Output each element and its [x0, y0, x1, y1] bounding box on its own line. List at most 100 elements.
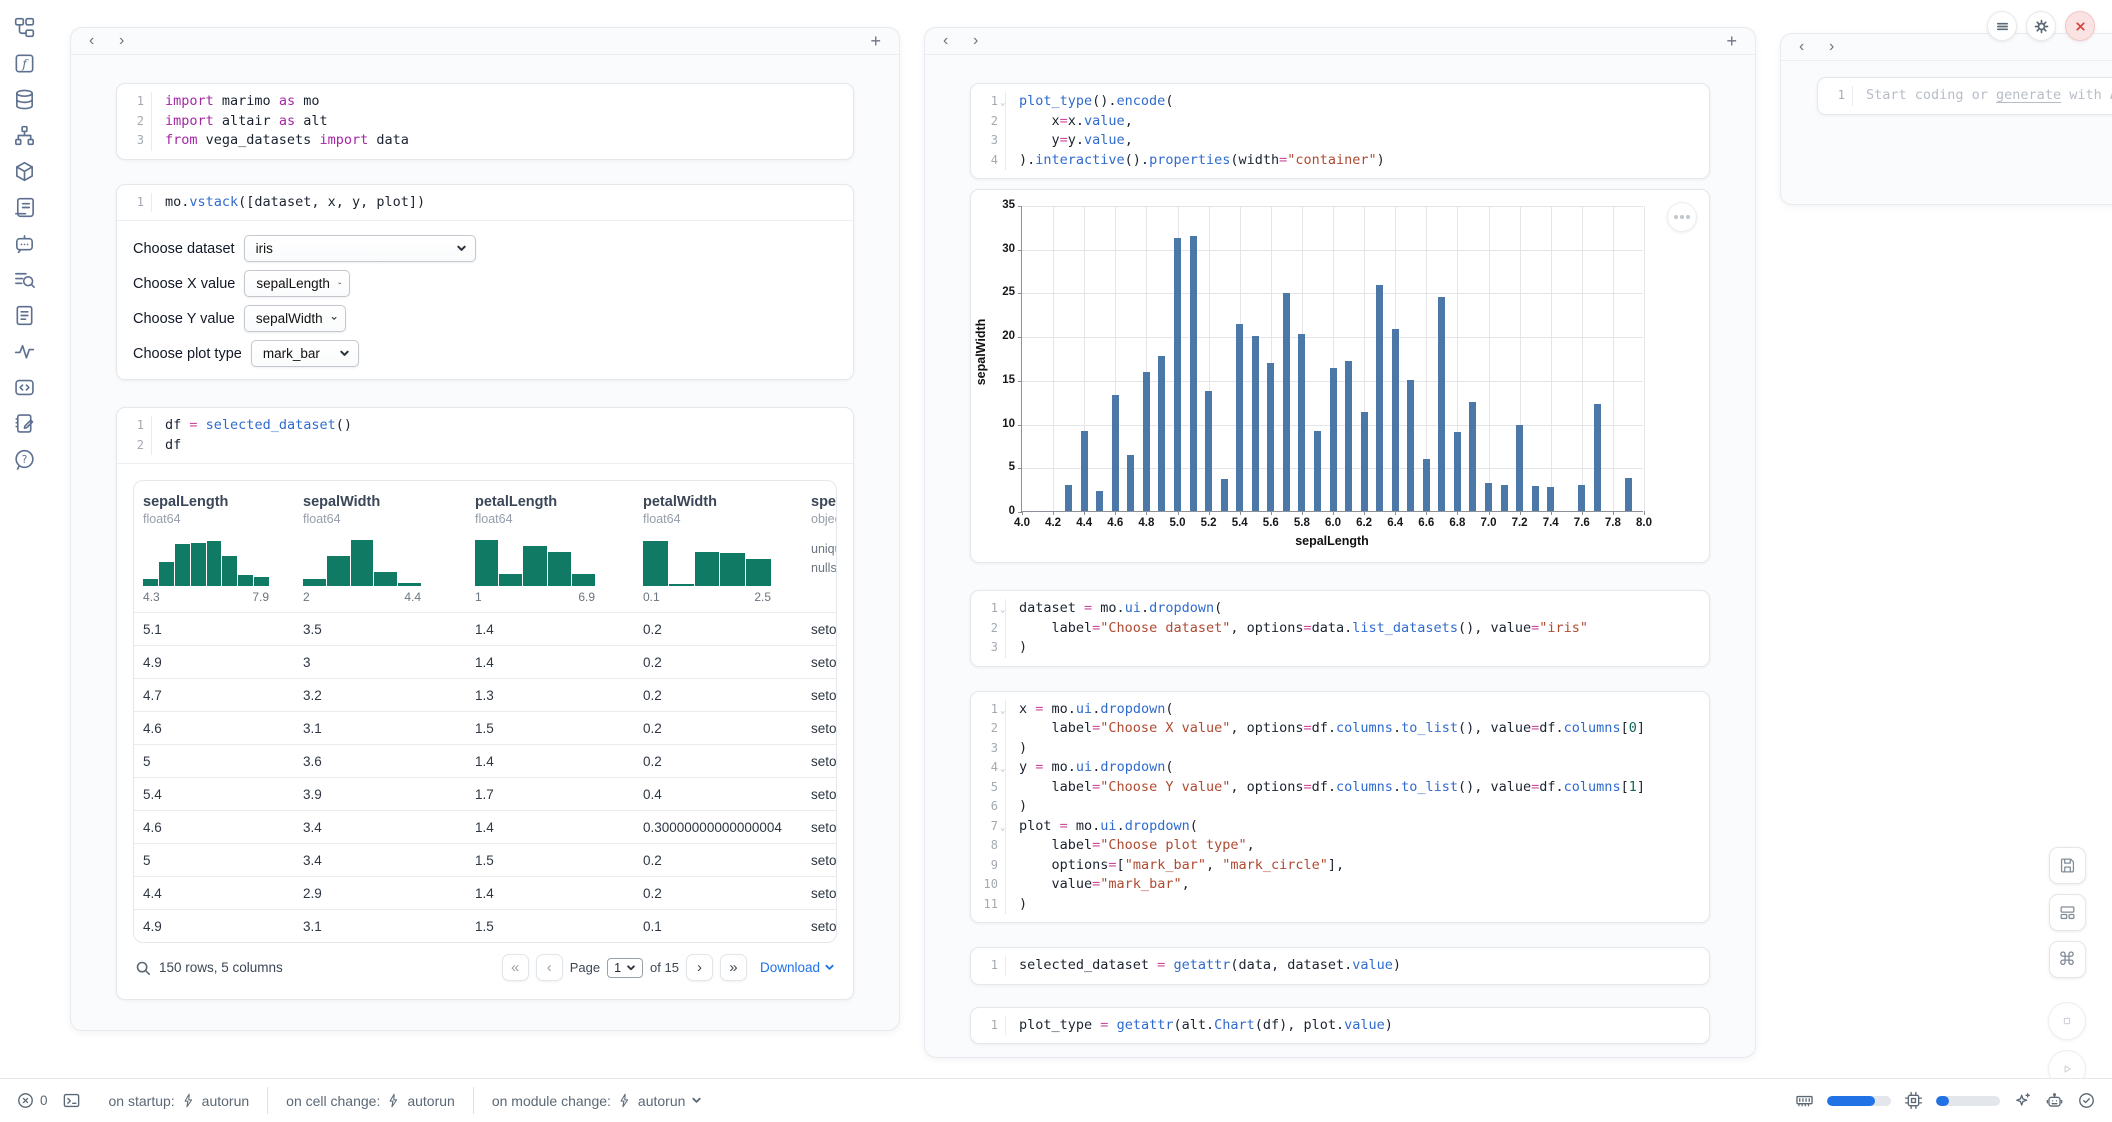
on-module-change-mode[interactable]: on module change: autorun [474, 1093, 721, 1109]
packages-icon[interactable] [13, 160, 36, 183]
cell-plot-type[interactable]: 1plot_type = getattr(alt.Chart(df), plot… [970, 1007, 1710, 1045]
generate-with-ai-link[interactable]: generate [1996, 87, 2061, 103]
column-header-species[interactable]: speciesobjectuniquenulls: [802, 494, 837, 612]
code-line[interactable]: 1df = selected_dataset() [117, 416, 853, 436]
ai-assistant-icon[interactable] [2045, 1091, 2064, 1110]
code-line[interactable]: 3from vega_datasets import data [117, 131, 853, 151]
altair-bar-chart[interactable]: 4.04.24.44.64.85.05.25.45.65.86.06.26.46… [1021, 206, 1643, 512]
code-line[interactable]: 2 x=x.value, [971, 112, 1709, 132]
search-icon[interactable] [135, 960, 151, 976]
cell-dataframe[interactable]: 1df = selected_dataset()2df sepalLengthf… [116, 407, 854, 1000]
prev-page-button[interactable]: ‹ [536, 954, 563, 981]
tracing-icon[interactable] [13, 340, 36, 363]
fold-caret-icon[interactable]: ⌄ [1000, 700, 1005, 722]
fold-caret-icon[interactable]: ⌄ [1000, 92, 1005, 114]
column-prev-button[interactable]: ‹ [1799, 39, 1829, 55]
column-header-petalLength[interactable]: petalLengthfloat6416.9 [466, 494, 634, 612]
settings-button[interactable] [2026, 11, 2056, 41]
next-page-button[interactable]: › [686, 954, 713, 981]
on-cell-change-mode[interactable]: on cell change: autorun [268, 1093, 473, 1109]
code-editor[interactable]: 1import marimo as mo2import altair as al… [117, 84, 853, 159]
code-line[interactable]: 1import marimo as mo [117, 92, 853, 112]
ai-chat-icon[interactable] [13, 232, 36, 255]
code-line[interactable]: 1⌄plot_type().encode( [971, 92, 1709, 112]
dependency-graph-icon[interactable] [13, 124, 36, 147]
code-line[interactable]: 2 label="Choose dataset", options=data.l… [971, 619, 1709, 639]
code-line[interactable]: 2import altair as alt [117, 112, 853, 132]
code-line[interactable]: 5 label="Choose Y value", options=df.col… [971, 778, 1709, 798]
column-prev-button[interactable]: ‹ [89, 33, 119, 49]
terminal-icon[interactable] [62, 1091, 81, 1110]
ai-sparkle-icon[interactable] [2013, 1091, 2032, 1110]
table-row[interactable]: 4.931.40.2setosa [134, 645, 836, 678]
errors-icon[interactable] [16, 1091, 35, 1110]
column-next-button[interactable]: › [973, 33, 1003, 49]
column-next-button[interactable]: › [1829, 39, 1859, 55]
layout-button[interactable] [2049, 894, 2086, 931]
chart-menu-button[interactable] [1667, 202, 1697, 232]
plot-type-select[interactable]: mark_bar [251, 340, 359, 367]
close-button[interactable] [2065, 11, 2095, 41]
table-row[interactable]: 4.42.91.40.2setosa [134, 876, 836, 909]
add-cell-button[interactable]: + [870, 31, 881, 52]
code-line[interactable]: 3) [971, 739, 1709, 759]
table-row[interactable]: 4.73.21.30.2setosa [134, 678, 836, 711]
code-line[interactable]: 6) [971, 797, 1709, 817]
code-line[interactable]: 1⌄x = mo.ui.dropdown( [971, 700, 1709, 720]
column-next-button[interactable]: › [119, 33, 149, 49]
menu-button[interactable] [1987, 11, 2017, 41]
table-row[interactable]: 53.41.50.2setosa [134, 843, 836, 876]
on-startup-mode[interactable]: on startup: autorun [91, 1093, 268, 1109]
code-line[interactable]: 3 y=y.value, [971, 131, 1709, 151]
code-line[interactable]: 2 label="Choose X value", options=df.col… [971, 719, 1709, 739]
dataset-select[interactable]: iris [244, 235, 476, 262]
logs-icon[interactable] [13, 196, 36, 219]
command-palette-button[interactable]: ⌘ [2049, 941, 2086, 978]
code-line[interactable]: 3) [971, 638, 1709, 658]
code-editor[interactable]: 1 Start coding or generate with AI [1818, 78, 2112, 114]
table-row[interactable]: 53.61.40.2setosa [134, 744, 836, 777]
code-editor[interactable]: 1⌄x = mo.ui.dropdown(2 label="Choose X v… [971, 692, 1709, 923]
code-line[interactable]: 2df [117, 436, 853, 456]
code-editor[interactable]: 1selected_dataset = getattr(data, datase… [971, 948, 1709, 984]
code-editor[interactable]: 1df = selected_dataset()2df [117, 408, 853, 463]
x-value-select[interactable]: sepalLength [244, 270, 350, 297]
download-button[interactable]: Download [760, 960, 835, 975]
code-line[interactable]: 1selected_dataset = getattr(data, datase… [971, 956, 1709, 976]
cell-dataset-dropdown[interactable]: 1⌄dataset = mo.ui.dropdown(2 label="Choo… [970, 590, 1710, 667]
save-button[interactable] [2049, 847, 2086, 884]
cell-vstack[interactable]: 1mo.vstack([dataset, x, y, plot]) Choose… [116, 184, 854, 381]
table-row[interactable]: 4.63.41.40.30000000000000004setosa [134, 810, 836, 843]
code-line[interactable]: 1mo.vstack([dataset, x, y, plot]) [117, 193, 853, 213]
fold-caret-icon[interactable]: ⌄ [1000, 758, 1005, 780]
code-line[interactable]: 8 label="Choose plot type", [971, 836, 1709, 856]
code-line[interactable]: 4).interactive().properties(width="conta… [971, 151, 1709, 171]
code-editor[interactable]: 1mo.vstack([dataset, x, y, plot]) [117, 185, 853, 221]
fold-caret-icon[interactable]: ⌄ [1000, 817, 1005, 839]
code-line[interactable]: 9 options=["mark_bar", "mark_circle"], [971, 856, 1709, 876]
code-editor[interactable]: 1plot_type = getattr(alt.Chart(df), plot… [971, 1008, 1709, 1044]
page-select[interactable]: 1 [607, 958, 643, 978]
documentation-icon[interactable] [13, 304, 36, 327]
code-editor[interactable]: 1⌄dataset = mo.ui.dropdown(2 label="Choo… [971, 591, 1709, 666]
help-icon[interactable]: ? [13, 448, 36, 471]
code-line[interactable]: 1plot_type = getattr(alt.Chart(df), plot… [971, 1016, 1709, 1036]
scratchpad-icon[interactable] [13, 412, 36, 435]
search-logs-icon[interactable] [13, 268, 36, 291]
table-row[interactable]: 4.93.11.50.1setosa [134, 909, 836, 942]
cell-xy-plot-dropdowns[interactable]: 1⌄x = mo.ui.dropdown(2 label="Choose X v… [970, 691, 1710, 924]
add-cell-button[interactable]: + [1726, 31, 1737, 52]
table-row[interactable]: 5.13.51.40.2setosa [134, 612, 836, 645]
y-value-select[interactable]: sepalWidth [244, 305, 346, 332]
file-explorer-icon[interactable] [13, 16, 36, 39]
code-line[interactable]: 10 value="mark_bar", [971, 875, 1709, 895]
code-line[interactable]: 4⌄y = mo.ui.dropdown( [971, 758, 1709, 778]
column-prev-button[interactable]: ‹ [943, 33, 973, 49]
stop-button[interactable] [2048, 1002, 2086, 1040]
last-page-button[interactable]: » [720, 954, 747, 981]
column-header-petalWidth[interactable]: petalWidthfloat640.12.5 [634, 494, 802, 612]
table-row[interactable]: 5.43.91.70.4setosa [134, 777, 836, 810]
snippets-icon[interactable] [13, 376, 36, 399]
cell-plot[interactable]: 1⌄plot_type().encode(2 x=x.value,3 y=y.v… [970, 83, 1710, 179]
functions-icon[interactable]: f [13, 52, 36, 75]
